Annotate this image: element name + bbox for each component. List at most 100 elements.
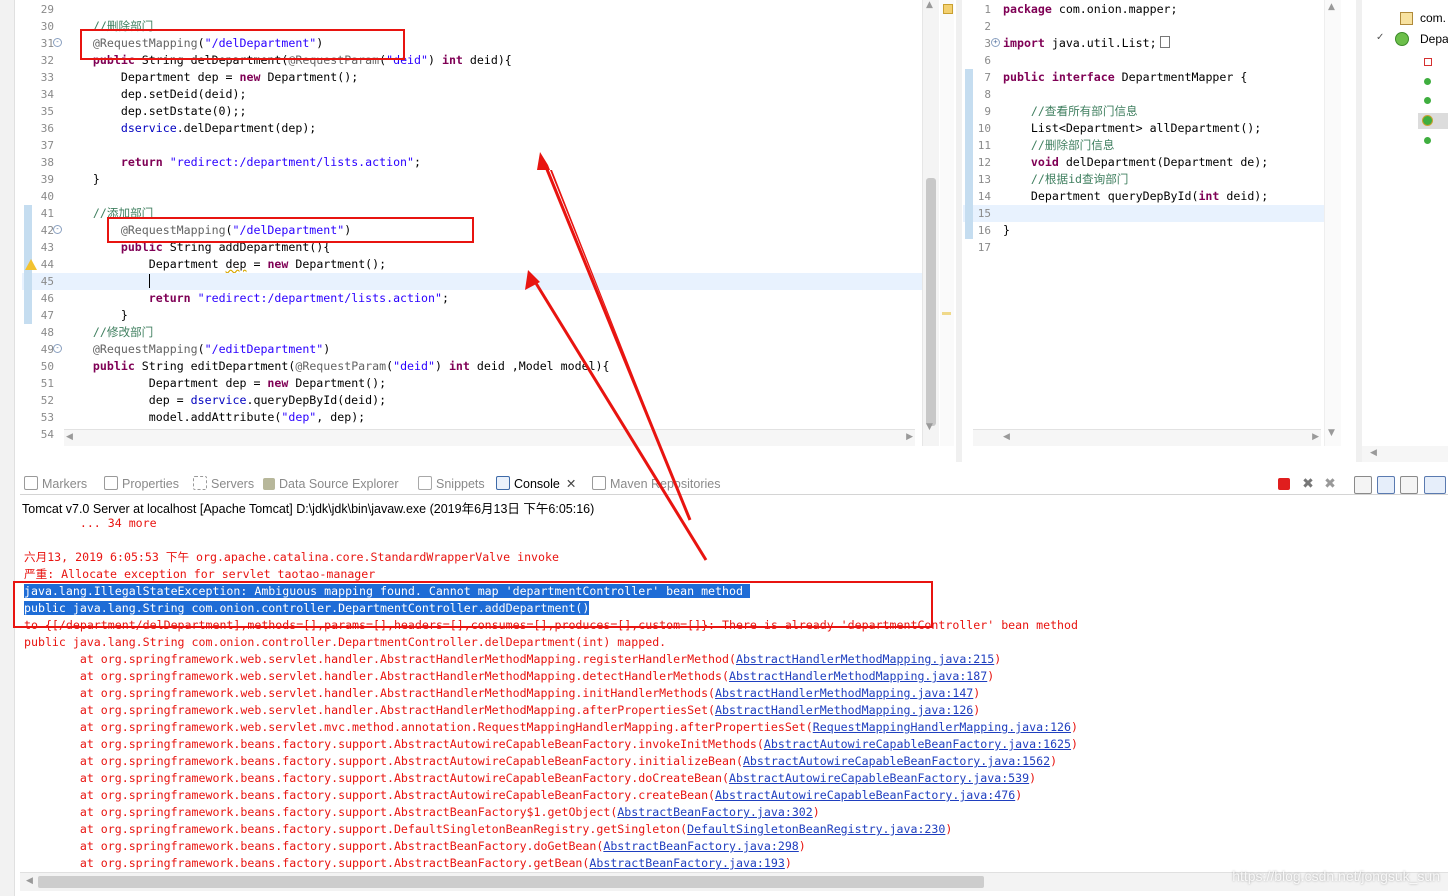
console-line[interactable]: java.lang.IllegalStateException: Ambiguo…	[24, 583, 750, 600]
scroll-left-icon[interactable]: ◀	[26, 876, 33, 886]
warning-overview-icon[interactable]	[943, 4, 953, 14]
outline-item-package[interactable]: com.	[1420, 11, 1446, 25]
console-line[interactable]: to {[/department/delDepartment],methods=…	[24, 617, 1078, 634]
console-output[interactable]: Tomcat v7.0 Server at localhost [Apache …	[20, 496, 1448, 884]
console-line[interactable]: at org.springframework.beans.factory.sup…	[24, 753, 1057, 770]
code-line[interactable]: 10 List<Department> allDepartment();	[963, 120, 1341, 137]
code-line[interactable]: 39 }	[22, 171, 939, 188]
code-line[interactable]: 53 model.addAttribute("dep", dep);	[22, 409, 939, 426]
tab-maven-repositories[interactable]: Maven Repositories	[592, 476, 720, 493]
console-line[interactable]: 六月13, 2019 6:05:53 下午 org.apache.catalin…	[24, 549, 559, 566]
console-line[interactable]: at org.springframework.beans.factory.sup…	[24, 838, 806, 855]
code-line[interactable]: 13 //根据id查询部门	[963, 171, 1341, 188]
code-line[interactable]: 14 Department queryDepById(int deid);	[963, 188, 1341, 205]
method-icon[interactable]	[1424, 78, 1431, 85]
scroll-left-icon[interactable]: ◀	[1003, 432, 1010, 442]
code-line[interactable]: 46 return "redirect:/department/lists.ac…	[22, 290, 939, 307]
console-line[interactable]: at org.springframework.beans.factory.sup…	[24, 736, 1078, 753]
console-line[interactable]: at org.springframework.beans.factory.sup…	[24, 804, 820, 821]
stack-trace-link[interactable]: AbstractAutowireCapableBeanFactory.java:…	[743, 754, 1050, 768]
code-line[interactable]: 9 //查看所有部门信息	[963, 103, 1341, 120]
code-line[interactable]: 17	[963, 239, 1341, 256]
code-line[interactable]: 2	[963, 18, 1341, 35]
sash-vertical[interactable]	[956, 0, 962, 462]
code-line[interactable]: 29	[22, 1, 939, 18]
method-icon[interactable]	[1424, 137, 1431, 144]
code-line[interactable]: 3 + import java.util.List;	[963, 35, 1341, 52]
scroll-up-icon[interactable]: ▲	[926, 0, 933, 10]
console-line[interactable]: at org.springframework.beans.factory.sup…	[24, 821, 953, 838]
console-line[interactable]: at org.springframework.web.servlet.handl…	[24, 668, 994, 685]
remove-launch-icon[interactable]: ✖	[1300, 476, 1316, 492]
code-line[interactable]: 37	[22, 137, 939, 154]
outline-view[interactable]: com. ✓ Depa ◀	[1362, 0, 1448, 462]
stack-trace-link[interactable]: AbstractHandlerMethodMapping.java:215	[736, 652, 994, 666]
code-line[interactable]: 50 public String editDepartment(@Request…	[22, 358, 939, 375]
code-line[interactable]: 30 //删除部门	[22, 18, 939, 35]
code-line[interactable]: 38 return "redirect:/department/lists.ac…	[22, 154, 939, 171]
scroll-up-icon[interactable]: ▲	[1328, 2, 1335, 12]
display-console-icon[interactable]	[1424, 476, 1446, 494]
editor-right-horizontal-scrollbar[interactable]: ◀ ▶	[973, 429, 1321, 446]
console-line[interactable]: public java.lang.String com.onion.contro…	[24, 634, 666, 651]
code-line[interactable]: 31- @RequestMapping("/delDepartment")	[22, 35, 939, 52]
console-line[interactable]: at org.springframework.beans.factory.sup…	[24, 770, 1036, 787]
remove-all-icon[interactable]: ✖	[1322, 476, 1338, 492]
code-line[interactable]: 16}	[963, 222, 1341, 239]
code-line[interactable]: 48 //修改部门	[22, 324, 939, 341]
console-line[interactable]: 严重: Allocate exception for servlet taota…	[24, 566, 375, 583]
code-line[interactable]: 45	[22, 273, 939, 290]
code-line[interactable]: 11 //删除部门信息	[963, 137, 1341, 154]
console-line[interactable]: at org.springframework.beans.factory.sup…	[24, 787, 1022, 804]
code-line[interactable]: 49- @RequestMapping("/editDepartment")	[22, 341, 939, 358]
tab-snippets[interactable]: Snippets	[418, 476, 485, 493]
console-line[interactable]: ... 34 more	[24, 515, 157, 532]
code-line[interactable]: 34 dep.setDeid(deid);	[22, 86, 939, 103]
outline-horizontal-scrollbar[interactable]: ◀	[1362, 446, 1448, 462]
close-icon[interactable]: ✕	[566, 477, 576, 491]
console-line[interactable]: public java.lang.String com.onion.contro…	[24, 600, 590, 617]
stack-trace-link[interactable]: AbstractBeanFactory.java:298	[603, 839, 798, 853]
code-line[interactable]: 41 //添加部门	[22, 205, 939, 222]
scroll-left-icon[interactable]: ◀	[1370, 448, 1377, 458]
scroll-left-icon[interactable]: ◀	[66, 432, 73, 442]
code-line[interactable]: 52 dep = dservice.queryDepById(deid);	[22, 392, 939, 409]
fold-toggle-icon[interactable]: -	[53, 38, 62, 47]
code-line[interactable]: 1 package com.onion.mapper;	[963, 1, 1341, 18]
console-line[interactable]: at org.springframework.web.servlet.mvc.m…	[24, 719, 1078, 736]
editor-left-horizontal-scrollbar[interactable]: ◀ ▶	[64, 429, 915, 446]
code-line[interactable]: 36 dservice.delDepartment(dep);	[22, 120, 939, 137]
stack-trace-link[interactable]: AbstractHandlerMethodMapping.java:147	[715, 686, 973, 700]
code-line[interactable]: 44 Department dep = new Department();	[22, 256, 939, 273]
field-icon[interactable]	[1424, 58, 1432, 66]
stack-trace-link[interactable]: AbstractHandlerMethodMapping.java:187	[729, 669, 987, 683]
editor-department-controller[interactable]: 29 30 //删除部门 31- @RequestMapping("/delDepa…	[22, 0, 939, 446]
clear-console-icon[interactable]	[1354, 476, 1372, 494]
code-line[interactable]: 35 dep.setDstate(0);;	[22, 103, 939, 120]
code-line[interactable]: 43 public String addDepartment(){	[22, 239, 939, 256]
warning-icon[interactable]	[25, 259, 37, 270]
code-line[interactable]: 47 }	[22, 307, 939, 324]
console-line[interactable]: at org.springframework.web.servlet.handl…	[24, 651, 1001, 668]
code-line[interactable]: 8	[963, 86, 1341, 103]
code-line[interactable]: 40	[22, 188, 939, 205]
stack-trace-link[interactable]: AbstractAutowireCapableBeanFactory.java:…	[729, 771, 1029, 785]
console-line[interactable]: at org.springframework.web.servlet.handl…	[24, 685, 980, 702]
outline-item-interface[interactable]: Depa	[1420, 32, 1448, 46]
editor-department-mapper[interactable]: 1 package com.onion.mapper; 2 3 + import java…	[963, 0, 1341, 446]
tab-console[interactable]: Console ✕	[496, 476, 576, 493]
scroll-right-icon[interactable]: ▶	[1312, 432, 1319, 442]
tab-servers[interactable]: Servers	[193, 476, 254, 493]
stack-trace-link[interactable]: DefaultSingletonBeanRegistry.java:230	[687, 822, 945, 836]
warning-marker[interactable]	[942, 312, 951, 315]
chevron-down-icon[interactable]: ✓	[1376, 32, 1384, 43]
code-line[interactable]: 12 void delDepartment(Department de);	[963, 154, 1341, 171]
scroll-down-icon[interactable]: ▼	[1328, 428, 1335, 438]
tab-data-source-explorer[interactable]: Data Source Explorer	[263, 476, 399, 493]
editor-right-vertical-scrollbar[interactable]: ▲ ▼	[1324, 0, 1341, 446]
method-icon[interactable]	[1424, 97, 1431, 104]
method-icon[interactable]	[1422, 115, 1433, 126]
code-line[interactable]: 7 public interface DepartmentMapper {	[963, 69, 1341, 86]
code-line[interactable]: 15	[963, 205, 1341, 222]
tab-properties[interactable]: Properties	[104, 476, 179, 493]
